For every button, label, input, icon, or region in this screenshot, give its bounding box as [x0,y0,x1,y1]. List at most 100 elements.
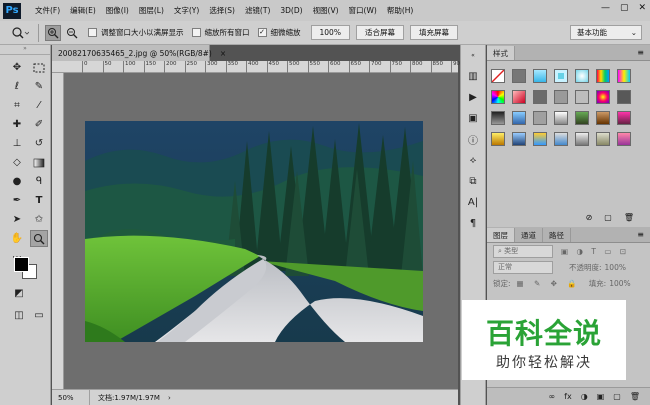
menu-window[interactable]: 窗口(W) [349,5,377,16]
tab-styles[interactable]: 样式 [487,46,515,60]
eraser-tool-icon[interactable]: ◇ [8,154,26,171]
style-swatch[interactable] [554,69,568,83]
style-swatch[interactable] [596,90,610,104]
fill-screen-button[interactable]: 填充屏幕 [409,25,458,40]
lasso-tool-icon[interactable]: ℓ [8,78,26,95]
style-swatch[interactable] [596,132,610,146]
style-swatch[interactable] [533,132,547,146]
new-layer-icon[interactable]: ▢ [613,392,621,401]
style-swatch[interactable] [596,111,610,125]
zoom-out-icon[interactable] [64,25,80,41]
fit-screen-button[interactable]: 适合屏幕 [355,25,404,40]
style-swatch[interactable] [512,132,526,146]
color-swatches[interactable] [12,253,42,281]
clone-stamp-tool-icon[interactable]: ⊥ [8,135,26,152]
zoom-tool-preset-icon[interactable] [8,24,32,42]
minimize-icon[interactable]: — [601,3,610,13]
blend-mode-select[interactable]: 正常 [493,260,553,274]
style-swatch[interactable] [491,111,505,125]
adjustment-layer-icon[interactable]: ◑ [581,392,588,401]
clone-source-icon[interactable]: ⧉ [464,173,482,190]
menu-filter[interactable]: 滤镜(T) [245,5,270,16]
menu-view[interactable]: 视图(V) [313,5,339,16]
new-style-icon[interactable]: ▢ [604,213,612,222]
horizontal-ruler[interactable]: 0 50 100 150 200 250 300 350 400 450 500 550 600 650 7… [52,61,464,73]
style-swatch[interactable] [575,90,589,104]
move-tool-icon[interactable]: ✥ [8,59,26,76]
history-brush-tool-icon[interactable]: ↺ [30,135,48,152]
style-swatch[interactable] [512,69,526,83]
info-panel-icon[interactable]: ⓘ [464,131,482,148]
menu-select[interactable]: 选择(S) [209,5,235,16]
brush-tool-icon[interactable]: ✐ [30,116,48,133]
style-swatch[interactable] [575,69,589,83]
character-panel-icon[interactable]: A| [464,194,482,211]
zoom-100-button[interactable]: 100% [310,25,350,40]
panel-menu-icon[interactable]: ≡ [637,230,644,239]
style-swatch[interactable] [554,111,568,125]
healing-brush-tool-icon[interactable]: ✚ [8,116,26,133]
blur-tool-icon[interactable]: ● [8,173,26,190]
fill-value[interactable]: 100% [609,279,630,288]
hand-tool-icon[interactable]: ✋ [8,230,26,247]
status-zoom-input[interactable]: 50% [52,390,90,405]
vertical-ruler[interactable] [52,73,64,389]
panel-menu-icon[interactable]: ≡ [637,48,644,57]
gradient-tool-icon[interactable] [30,154,48,171]
style-swatch[interactable] [617,132,631,146]
history-panel-icon[interactable]: ▥ [464,68,482,85]
quick-select-tool-icon[interactable]: ✎ [30,78,48,95]
style-swatch[interactable] [617,90,631,104]
style-swatch[interactable] [491,132,505,146]
zoom-all-windows-checkbox[interactable]: 缩放所有窗口 [191,27,250,38]
workspace-select[interactable]: 基本功能 ⌄ [570,25,642,40]
menu-help[interactable]: 帮助(H) [387,5,414,16]
menu-type[interactable]: 文字(Y) [174,5,199,16]
style-swatch[interactable] [617,111,631,125]
style-swatch[interactable] [554,132,568,146]
lock-icons[interactable]: ▦ ✎ ✥ 🔒 [517,279,581,288]
close-tab-icon[interactable]: × [220,49,226,58]
style-swatch[interactable] [533,69,547,83]
document-tab[interactable]: 20082170635465_2.jpg @ 50%(RGB/8#) × [52,45,226,61]
scrubby-zoom-checkbox[interactable]: ✓ 细微缩放 [257,27,301,38]
type-tool-icon[interactable]: T [30,192,48,209]
menu-image[interactable]: 图像(I) [106,5,129,16]
link-layers-icon[interactable]: ∞ [549,392,556,401]
style-swatch[interactable] [554,90,568,104]
pen-tool-icon[interactable]: ✒ [8,192,26,209]
panel-grip[interactable]: » [0,45,50,55]
tab-channels[interactable]: 通道 [515,228,543,242]
paragraph-panel-icon[interactable]: ¶ [464,215,482,232]
screen-mode-icon[interactable]: ▭ [30,307,48,324]
style-swatch[interactable] [617,69,631,83]
opacity-value[interactable]: 100% [605,263,626,272]
layer-filter-icons[interactable]: ▣ ◑ T ▭ ⊡ [561,247,629,256]
path-selection-tool-icon[interactable]: ➤ [8,211,26,228]
menu-3d[interactable]: 3D(D) [280,6,302,15]
zoom-in-icon[interactable] [45,24,61,41]
tab-paths[interactable]: 路径 [543,228,571,242]
close-icon[interactable]: ✕ [638,3,646,13]
crop-tool-icon[interactable]: ⌗ [8,97,26,114]
style-swatch[interactable] [575,132,589,146]
tab-layers[interactable]: 图层 [487,228,515,242]
style-swatch[interactable] [512,111,526,125]
menu-file[interactable]: 文件(F) [35,5,60,16]
add-mask-icon[interactable]: ▣ [597,392,605,401]
checkbox-box[interactable] [88,28,97,37]
eyedropper-tool-icon[interactable]: ⁄ [30,97,48,114]
foreground-color[interactable] [14,257,29,272]
checkbox-checked-icon[interactable]: ✓ [257,28,267,37]
shape-tool-icon[interactable]: ✩ [30,211,48,228]
style-swatch[interactable] [533,111,547,125]
clear-style-icon[interactable]: ⊘ [586,213,593,222]
quick-mask-icon[interactable]: ◫ [10,307,28,324]
actions-play-icon[interactable]: ▶ [464,89,482,106]
layer-style-icon[interactable]: fx [564,392,572,401]
zoom-tool-icon[interactable] [30,230,48,247]
style-swatch[interactable] [512,90,526,104]
restore-icon[interactable]: ▢ [620,3,629,13]
style-swatch[interactable] [533,90,547,104]
menu-edit[interactable]: 编辑(E) [70,5,96,16]
